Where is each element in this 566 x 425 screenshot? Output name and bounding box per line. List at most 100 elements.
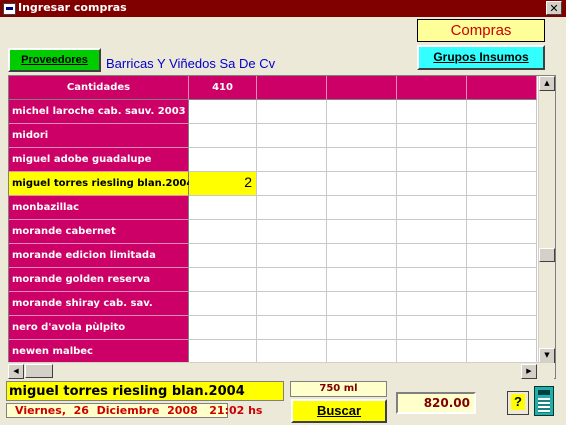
quantity-cell[interactable] [257, 292, 327, 316]
scroll-up-arrow-icon[interactable]: ▲ [539, 76, 555, 91]
quantity-cell[interactable] [189, 316, 257, 340]
row-product-name[interactable]: morande shiray cab. sav. [9, 292, 189, 316]
vertical-scrollbar[interactable]: ▲ ▼ [538, 76, 555, 378]
quantity-cell[interactable] [397, 316, 467, 340]
quantity-cell[interactable]: 2 [189, 172, 257, 196]
buscar-button[interactable]: Buscar [291, 399, 387, 423]
quantity-cell[interactable] [397, 100, 467, 124]
table-row[interactable]: michel laroche cab. sauv. 2003 [9, 100, 537, 124]
table-row[interactable]: nero d'avola pùlpito [9, 316, 537, 340]
quantity-cell[interactable] [257, 196, 327, 220]
horizontal-scrollbar[interactable]: ◀ ▶ [8, 362, 554, 379]
quantity-cell[interactable] [327, 124, 397, 148]
app-icon [3, 3, 16, 15]
quantity-cell[interactable] [327, 244, 397, 268]
quantity-cell[interactable] [189, 148, 257, 172]
row-product-name[interactable]: midori [9, 124, 189, 148]
row-product-name[interactable]: newen malbec [9, 340, 189, 364]
total-amount: 820.00 [396, 392, 476, 414]
quantity-cell[interactable] [189, 124, 257, 148]
close-button[interactable]: ✕ [546, 1, 562, 15]
quantity-cell[interactable] [189, 196, 257, 220]
quantity-cell[interactable] [257, 100, 327, 124]
quantity-cell[interactable] [327, 340, 397, 364]
quantity-cell[interactable] [397, 220, 467, 244]
quantity-cell[interactable] [257, 340, 327, 364]
quantity-cell[interactable] [327, 292, 397, 316]
quantity-cell[interactable] [397, 340, 467, 364]
quantity-cell[interactable] [397, 172, 467, 196]
quantity-cell[interactable] [467, 148, 537, 172]
row-product-name[interactable]: morande cabernet [9, 220, 189, 244]
help-button[interactable]: ? [507, 391, 529, 415]
row-product-name[interactable]: nero d'avola pùlpito [9, 316, 189, 340]
quantity-cell[interactable] [257, 148, 327, 172]
quantity-cell[interactable] [397, 196, 467, 220]
quantity-cell[interactable] [189, 340, 257, 364]
scroll-right-arrow-icon[interactable]: ▶ [521, 364, 537, 379]
calculator-keys [538, 398, 550, 413]
scroll-left-arrow-icon[interactable]: ◀ [8, 364, 24, 379]
row-product-name[interactable]: miguel torres riesling blan.2004 [9, 172, 193, 196]
quantity-cell[interactable] [467, 124, 537, 148]
quantity-cell[interactable] [397, 148, 467, 172]
quantity-cell[interactable] [257, 220, 327, 244]
row-product-name[interactable]: morande golden reserva [9, 268, 189, 292]
table-row[interactable]: newen malbec [9, 340, 537, 364]
quantity-cell[interactable] [327, 172, 397, 196]
calculator-icon[interactable] [534, 386, 554, 416]
table-row[interactable]: midori [9, 124, 537, 148]
row-product-name[interactable]: miguel adobe guadalupe [9, 148, 189, 172]
table-row[interactable]: miguel adobe guadalupe [9, 148, 537, 172]
table-row[interactable]: miguel torres riesling blan.2004 2 [9, 172, 537, 196]
selected-product-name: miguel torres riesling blan.2004 [6, 381, 284, 401]
header-cantidades: Cantidades [9, 76, 189, 100]
scroll-thumb[interactable] [539, 248, 555, 262]
quantity-cell[interactable] [327, 100, 397, 124]
quantity-cell[interactable] [257, 244, 327, 268]
quantity-cell[interactable] [189, 268, 257, 292]
quantity-cell[interactable] [467, 196, 537, 220]
column-header [397, 76, 467, 100]
quantity-cell[interactable] [397, 292, 467, 316]
scroll-down-arrow-icon[interactable]: ▼ [539, 348, 555, 363]
quantity-cell[interactable] [467, 244, 537, 268]
quantity-cell[interactable] [397, 244, 467, 268]
quantity-cell[interactable] [327, 316, 397, 340]
quantity-cell[interactable] [327, 196, 397, 220]
table-row[interactable]: morande golden reserva [9, 268, 537, 292]
quantity-cell[interactable] [467, 316, 537, 340]
column-header [257, 76, 327, 100]
window-title: Ingresar compras [18, 1, 127, 14]
quantity-cell[interactable] [257, 172, 327, 196]
table-row[interactable]: morande cabernet [9, 220, 537, 244]
table-row[interactable]: morande shiray cab. sav. [9, 292, 537, 316]
quantity-cell[interactable] [397, 124, 467, 148]
quantity-cell[interactable] [467, 172, 537, 196]
quantity-cell[interactable] [189, 100, 257, 124]
row-product-name[interactable]: michel laroche cab. sauv. 2003 [9, 100, 189, 124]
compras-label: Compras [417, 19, 545, 42]
quantity-cell[interactable] [257, 316, 327, 340]
horizontal-scroll-thumb[interactable] [25, 364, 53, 378]
quantity-cell[interactable] [189, 220, 257, 244]
row-product-name[interactable]: morande edicion limitada [9, 244, 189, 268]
quantity-cell[interactable] [257, 268, 327, 292]
grupos-insumos-button[interactable]: Grupos Insumos [417, 45, 545, 70]
quantity-cell[interactable] [467, 100, 537, 124]
table-row[interactable]: morande edicion limitada [9, 244, 537, 268]
quantity-cell[interactable] [467, 220, 537, 244]
row-product-name[interactable]: monbazillac [9, 196, 189, 220]
quantity-cell[interactable] [397, 268, 467, 292]
quantity-cell[interactable] [327, 220, 397, 244]
quantity-cell[interactable] [467, 340, 537, 364]
quantity-cell[interactable] [257, 124, 327, 148]
table-row[interactable]: monbazillac [9, 196, 537, 220]
quantity-cell[interactable] [189, 292, 257, 316]
quantity-cell[interactable] [327, 268, 397, 292]
quantity-cell[interactable] [327, 148, 397, 172]
proveedores-button[interactable]: Proveedores [8, 48, 101, 72]
quantity-cell[interactable] [189, 244, 257, 268]
quantity-cell[interactable] [467, 268, 537, 292]
quantity-cell[interactable] [467, 292, 537, 316]
